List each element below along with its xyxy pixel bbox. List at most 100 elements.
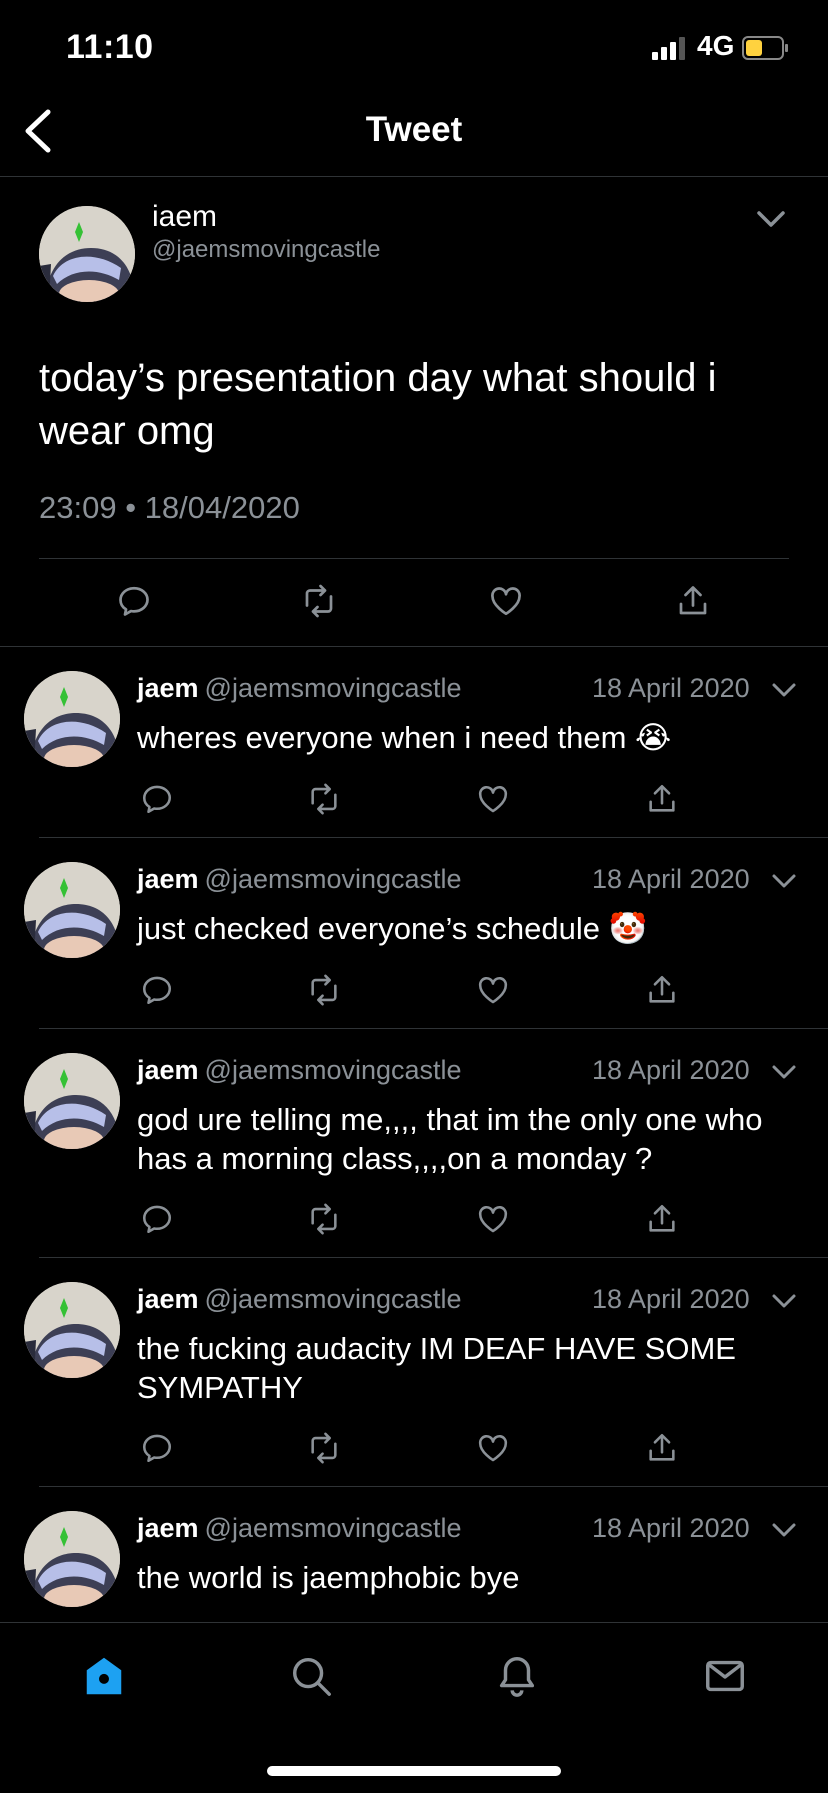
- share-icon: [649, 1204, 675, 1232]
- chevron-down-icon[interactable]: [756, 209, 786, 229]
- tweet-text: wheres everyone when i need them 😭: [137, 720, 672, 755]
- avatar[interactable]: [24, 1053, 120, 1149]
- reply-header: jaem @jaemsmovingcastle: [137, 1284, 462, 1315]
- like-button[interactable]: [476, 973, 510, 1007]
- retweet-icon: [311, 1203, 337, 1235]
- author-name[interactable]: jaem: [137, 1513, 199, 1543]
- tab-home[interactable]: [81, 1653, 127, 1699]
- tab-messages[interactable]: [702, 1653, 748, 1699]
- author-handle[interactable]: @jaemsmovingcastle: [205, 1055, 462, 1085]
- reply-icon: [119, 586, 149, 616]
- author-handle[interactable]: @jaemsmovingcastle: [205, 1284, 462, 1314]
- retweet-icon: [311, 974, 337, 1006]
- like-button[interactable]: [476, 1431, 510, 1465]
- tweet-date: 18 April 2020: [592, 1284, 750, 1314]
- battery-icon: [742, 36, 788, 60]
- author-handle[interactable]: @jaemsmovingcastle: [205, 864, 462, 894]
- like-icon: [478, 786, 508, 813]
- reply-icon: [142, 976, 172, 1005]
- header-divider: [0, 176, 828, 177]
- home-icon: [86, 1657, 122, 1695]
- like-button[interactable]: [488, 583, 524, 619]
- page-title: Tweet: [365, 110, 463, 149]
- share-button[interactable]: [675, 583, 711, 619]
- retweet-button[interactable]: [301, 583, 337, 619]
- reply-divider: [39, 837, 828, 838]
- section-divider: [0, 646, 828, 647]
- share-icon: [649, 975, 675, 1003]
- retweet-button[interactable]: [307, 782, 341, 816]
- author-name[interactable]: jaem: [137, 673, 199, 703]
- like-icon: [478, 977, 508, 1004]
- tweet-date: 18 April 2020: [592, 673, 750, 703]
- retweet-button[interactable]: [307, 973, 341, 1007]
- share-button[interactable]: [645, 1202, 679, 1236]
- like-icon: [478, 1435, 508, 1462]
- reply-button[interactable]: [140, 782, 174, 816]
- home-indicator[interactable]: [267, 1766, 561, 1776]
- tab-notifications[interactable]: [494, 1653, 540, 1699]
- reply-header: jaem @jaemsmovingcastle: [137, 1055, 462, 1086]
- tab-search[interactable]: [288, 1653, 334, 1699]
- avatar[interactable]: [24, 862, 120, 958]
- tweet-text: the fucking audacity IM DEAF HAVE SOME S…: [137, 1331, 736, 1405]
- notifications-icon: [499, 1657, 535, 1697]
- reply-icon: [142, 1205, 172, 1234]
- tweet-text: just checked everyone’s schedule 🤡: [137, 911, 648, 946]
- chevron-down-icon[interactable]: [771, 1293, 797, 1309]
- like-icon: [478, 1206, 508, 1233]
- author-name[interactable]: jaem: [137, 1284, 199, 1314]
- reply-divider: [39, 1257, 828, 1258]
- like-icon: [491, 587, 521, 616]
- like-button[interactable]: [476, 1202, 510, 1236]
- retweet-icon: [305, 584, 333, 618]
- reply-divider: [39, 1028, 828, 1029]
- author-name[interactable]: jaem: [137, 864, 199, 894]
- messages-icon: [706, 1660, 744, 1692]
- reply-icon: [142, 785, 172, 814]
- retweet-button[interactable]: [307, 1202, 341, 1236]
- tweet-timestamp: 23:09 • 18/04/2020: [39, 490, 300, 525]
- author-handle[interactable]: @jaemsmovingcastle: [152, 236, 380, 264]
- avatar[interactable]: [39, 206, 135, 302]
- avatar[interactable]: [24, 671, 120, 767]
- tweet-date: 18 April 2020: [592, 1513, 750, 1543]
- chevron-down-icon[interactable]: [771, 682, 797, 698]
- tweet-text: god ure telling me,,,, that im the only …: [137, 1102, 763, 1176]
- author-name[interactable]: iaem: [152, 200, 217, 234]
- tweet-text: today’s presentation day what should i w…: [39, 356, 717, 453]
- like-button[interactable]: [476, 782, 510, 816]
- tweet-date: 18 April 2020: [592, 1055, 750, 1085]
- reply-icon: [142, 1434, 172, 1463]
- tweet-date: 18 April 2020: [592, 864, 750, 894]
- avatar[interactable]: [24, 1511, 120, 1607]
- share-icon: [679, 586, 707, 615]
- chevron-down-icon[interactable]: [771, 1064, 797, 1080]
- retweet-icon: [311, 1432, 337, 1464]
- author-handle[interactable]: @jaemsmovingcastle: [205, 1513, 462, 1543]
- author-handle[interactable]: @jaemsmovingcastle: [205, 673, 462, 703]
- share-button[interactable]: [645, 782, 679, 816]
- avatar[interactable]: [24, 1282, 120, 1378]
- author-name[interactable]: jaem: [137, 1055, 199, 1085]
- share-button[interactable]: [645, 973, 679, 1007]
- reply-button[interactable]: [140, 1431, 174, 1465]
- status-time: 11:10: [66, 28, 154, 66]
- reply-header: jaem @jaemsmovingcastle: [137, 864, 462, 895]
- chevron-down-icon[interactable]: [771, 873, 797, 889]
- reply-divider: [39, 1486, 828, 1487]
- retweet-button[interactable]: [307, 1431, 341, 1465]
- reply-header: jaem @jaemsmovingcastle: [137, 1513, 462, 1544]
- tweet-divider: [39, 558, 789, 559]
- search-icon: [292, 1657, 331, 1696]
- share-icon: [649, 1433, 675, 1461]
- reply-button[interactable]: [140, 1202, 174, 1236]
- share-button[interactable]: [645, 1431, 679, 1465]
- chevron-down-icon[interactable]: [771, 1522, 797, 1538]
- tweet-text: the world is jaemphobic bye: [137, 1560, 520, 1595]
- signal-icon: [652, 37, 685, 60]
- retweet-icon: [311, 783, 337, 815]
- reply-button[interactable]: [116, 583, 152, 619]
- reply-button[interactable]: [140, 973, 174, 1007]
- share-icon: [649, 784, 675, 812]
